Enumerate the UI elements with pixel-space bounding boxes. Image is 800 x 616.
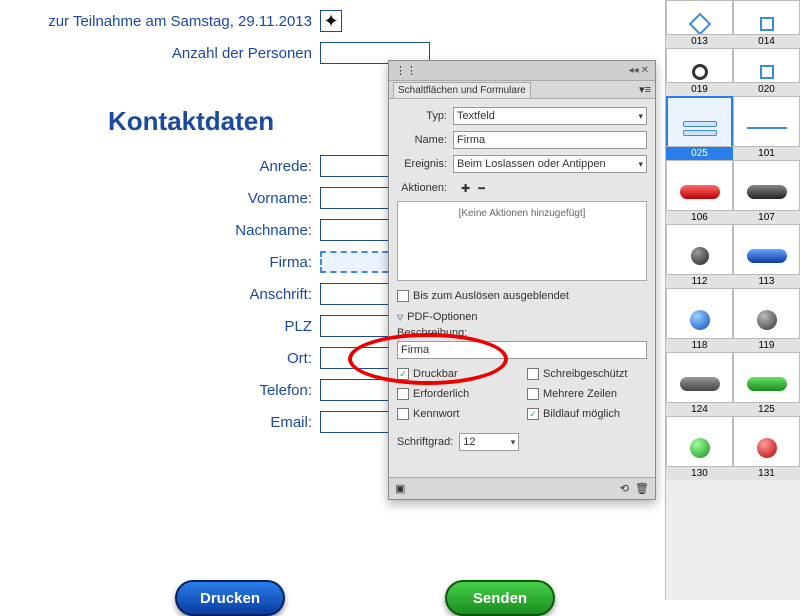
label-kennwort: Kennwort [413, 408, 459, 420]
library-item-025[interactable]: 025 [666, 96, 733, 160]
library-item-125[interactable]: 125 [733, 352, 800, 416]
label-name: Name: [397, 134, 453, 146]
checkbox-saturday[interactable]: ✦ [320, 10, 342, 32]
label-plz: PLZ [0, 318, 320, 335]
label-anrede: Anrede: [0, 158, 320, 175]
add-action-icon[interactable]: ✚ [461, 182, 470, 195]
panel-tabbar: Schaltflächen und Formulare ▾≡ [389, 81, 655, 99]
library-item-id: 013 [666, 34, 733, 48]
library-item-020[interactable]: 020 [733, 48, 800, 96]
panel-titlebar[interactable]: ⋮⋮ ◂◂ ✕ [389, 61, 655, 81]
library-item-113[interactable]: 113 [733, 224, 800, 288]
input-name[interactable]: Firma [453, 131, 647, 149]
library-item-119[interactable]: 119 [733, 288, 800, 352]
remove-action-icon[interactable]: ━ [478, 182, 485, 195]
library-item-013[interactable]: 013 [666, 0, 733, 48]
checkbox-erforderlich[interactable] [397, 388, 409, 400]
label-description: Beschreibung: [397, 327, 647, 339]
label-bildlauf: Bildlauf möglich [543, 408, 620, 420]
buttons-and-forms-panel[interactable]: ⋮⋮ ◂◂ ✕ Schaltflächen und Formulare ▾≡ T… [388, 60, 656, 500]
select-fontsize[interactable]: 12 [459, 433, 519, 451]
send-button[interactable]: Senden [445, 580, 555, 616]
library-item-id: 019 [666, 82, 733, 96]
label-telefon: Telefon: [0, 382, 320, 399]
label-actions: Aktionen: [397, 182, 453, 194]
preview-icon[interactable]: ▣ [395, 482, 405, 495]
panel-collapse-icon[interactable]: ◂◂ [629, 61, 639, 81]
library-item-124[interactable]: 124 [666, 352, 733, 416]
label-event: Ereignis: [397, 158, 453, 170]
checkbox-bildlauf[interactable]: ✓ [527, 408, 539, 420]
label-fontsize: Schriftgrad: [397, 436, 453, 448]
library-item-id: 112 [666, 274, 733, 288]
label-schreibgeschuetzt: Schreibgeschützt [543, 368, 627, 380]
library-item-id: 131 [733, 466, 800, 480]
library-item-id: 119 [733, 338, 800, 352]
label-persons: Anzahl der Personen [0, 45, 320, 62]
tab-schaltflaechen[interactable]: Schaltflächen und Formulare [393, 82, 531, 98]
label-druckbar: Druckbar [413, 368, 458, 380]
library-item-id: 101 [733, 146, 800, 160]
select-type[interactable]: Textfeld [453, 107, 647, 125]
checkbox-kennwort[interactable] [397, 408, 409, 420]
label-anschrift: Anschrift: [0, 286, 320, 303]
actions-list[interactable]: [Keine Aktionen hinzugefügt] [397, 201, 647, 281]
select-event[interactable]: Beim Loslassen oder Antippen [453, 155, 647, 173]
library-item-019[interactable]: 019 [666, 48, 733, 96]
print-button[interactable]: Drucken [175, 580, 285, 616]
library-item-id: 107 [733, 210, 800, 224]
library-item-id: 020 [733, 82, 800, 96]
label-ort: Ort: [0, 350, 320, 367]
label-hidden-until-trigger: Bis zum Auslösen ausgeblendet [413, 290, 569, 302]
library-item-id: 025 [666, 146, 733, 160]
label-firma: Firma: [0, 254, 320, 271]
library-item-id: 124 [666, 402, 733, 416]
library-item-107[interactable]: 107 [733, 160, 800, 224]
library-item-118[interactable]: 118 [666, 288, 733, 352]
library-item-id: 125 [733, 402, 800, 416]
panel-grip-icon: ⋮⋮ [395, 61, 417, 81]
library-item-101[interactable]: 101 [733, 96, 800, 160]
library-item-112[interactable]: 112 [666, 224, 733, 288]
convert-icon[interactable]: ⟲ [620, 483, 629, 495]
trash-icon[interactable]: 🗑 [635, 483, 649, 495]
panel-footer: ▣ ⟲ 🗑 [389, 477, 655, 499]
library-item-id: 130 [666, 466, 733, 480]
library-item-id: 113 [733, 274, 800, 288]
label-saturday: zur Teilnahme am Samstag, 29.11.2013 [0, 13, 320, 30]
panel-menu-icon[interactable]: ▾≡ [639, 83, 651, 96]
checkbox-druckbar[interactable]: ✓ [397, 368, 409, 380]
library-item-id: 014 [733, 34, 800, 48]
pdf-options-toggle[interactable]: ▽PDF-Optionen [397, 311, 647, 323]
label-type: Typ: [397, 110, 453, 122]
checkbox-hidden-until-trigger[interactable] [397, 290, 409, 302]
label-mehrere-zeilen: Mehrere Zeilen [543, 388, 617, 400]
label-email: Email: [0, 414, 320, 431]
checkbox-schreibgeschuetzt[interactable] [527, 368, 539, 380]
label-nachname: Nachname: [0, 222, 320, 239]
library-item-130[interactable]: 130 [666, 416, 733, 480]
library-item-014[interactable]: 014 [733, 0, 800, 48]
library-item-id: 118 [666, 338, 733, 352]
button-library-panel[interactable]: 0130140190200251011061071121131181191241… [665, 0, 800, 600]
library-item-106[interactable]: 106 [666, 160, 733, 224]
label-vorname: Vorname: [0, 190, 320, 207]
checkbox-mehrere-zeilen[interactable] [527, 388, 539, 400]
input-description[interactable]: Firma [397, 341, 647, 359]
label-erforderlich: Erforderlich [413, 388, 469, 400]
library-item-131[interactable]: 131 [733, 416, 800, 480]
library-item-id: 106 [666, 210, 733, 224]
panel-close-icon[interactable]: ✕ [641, 61, 649, 81]
